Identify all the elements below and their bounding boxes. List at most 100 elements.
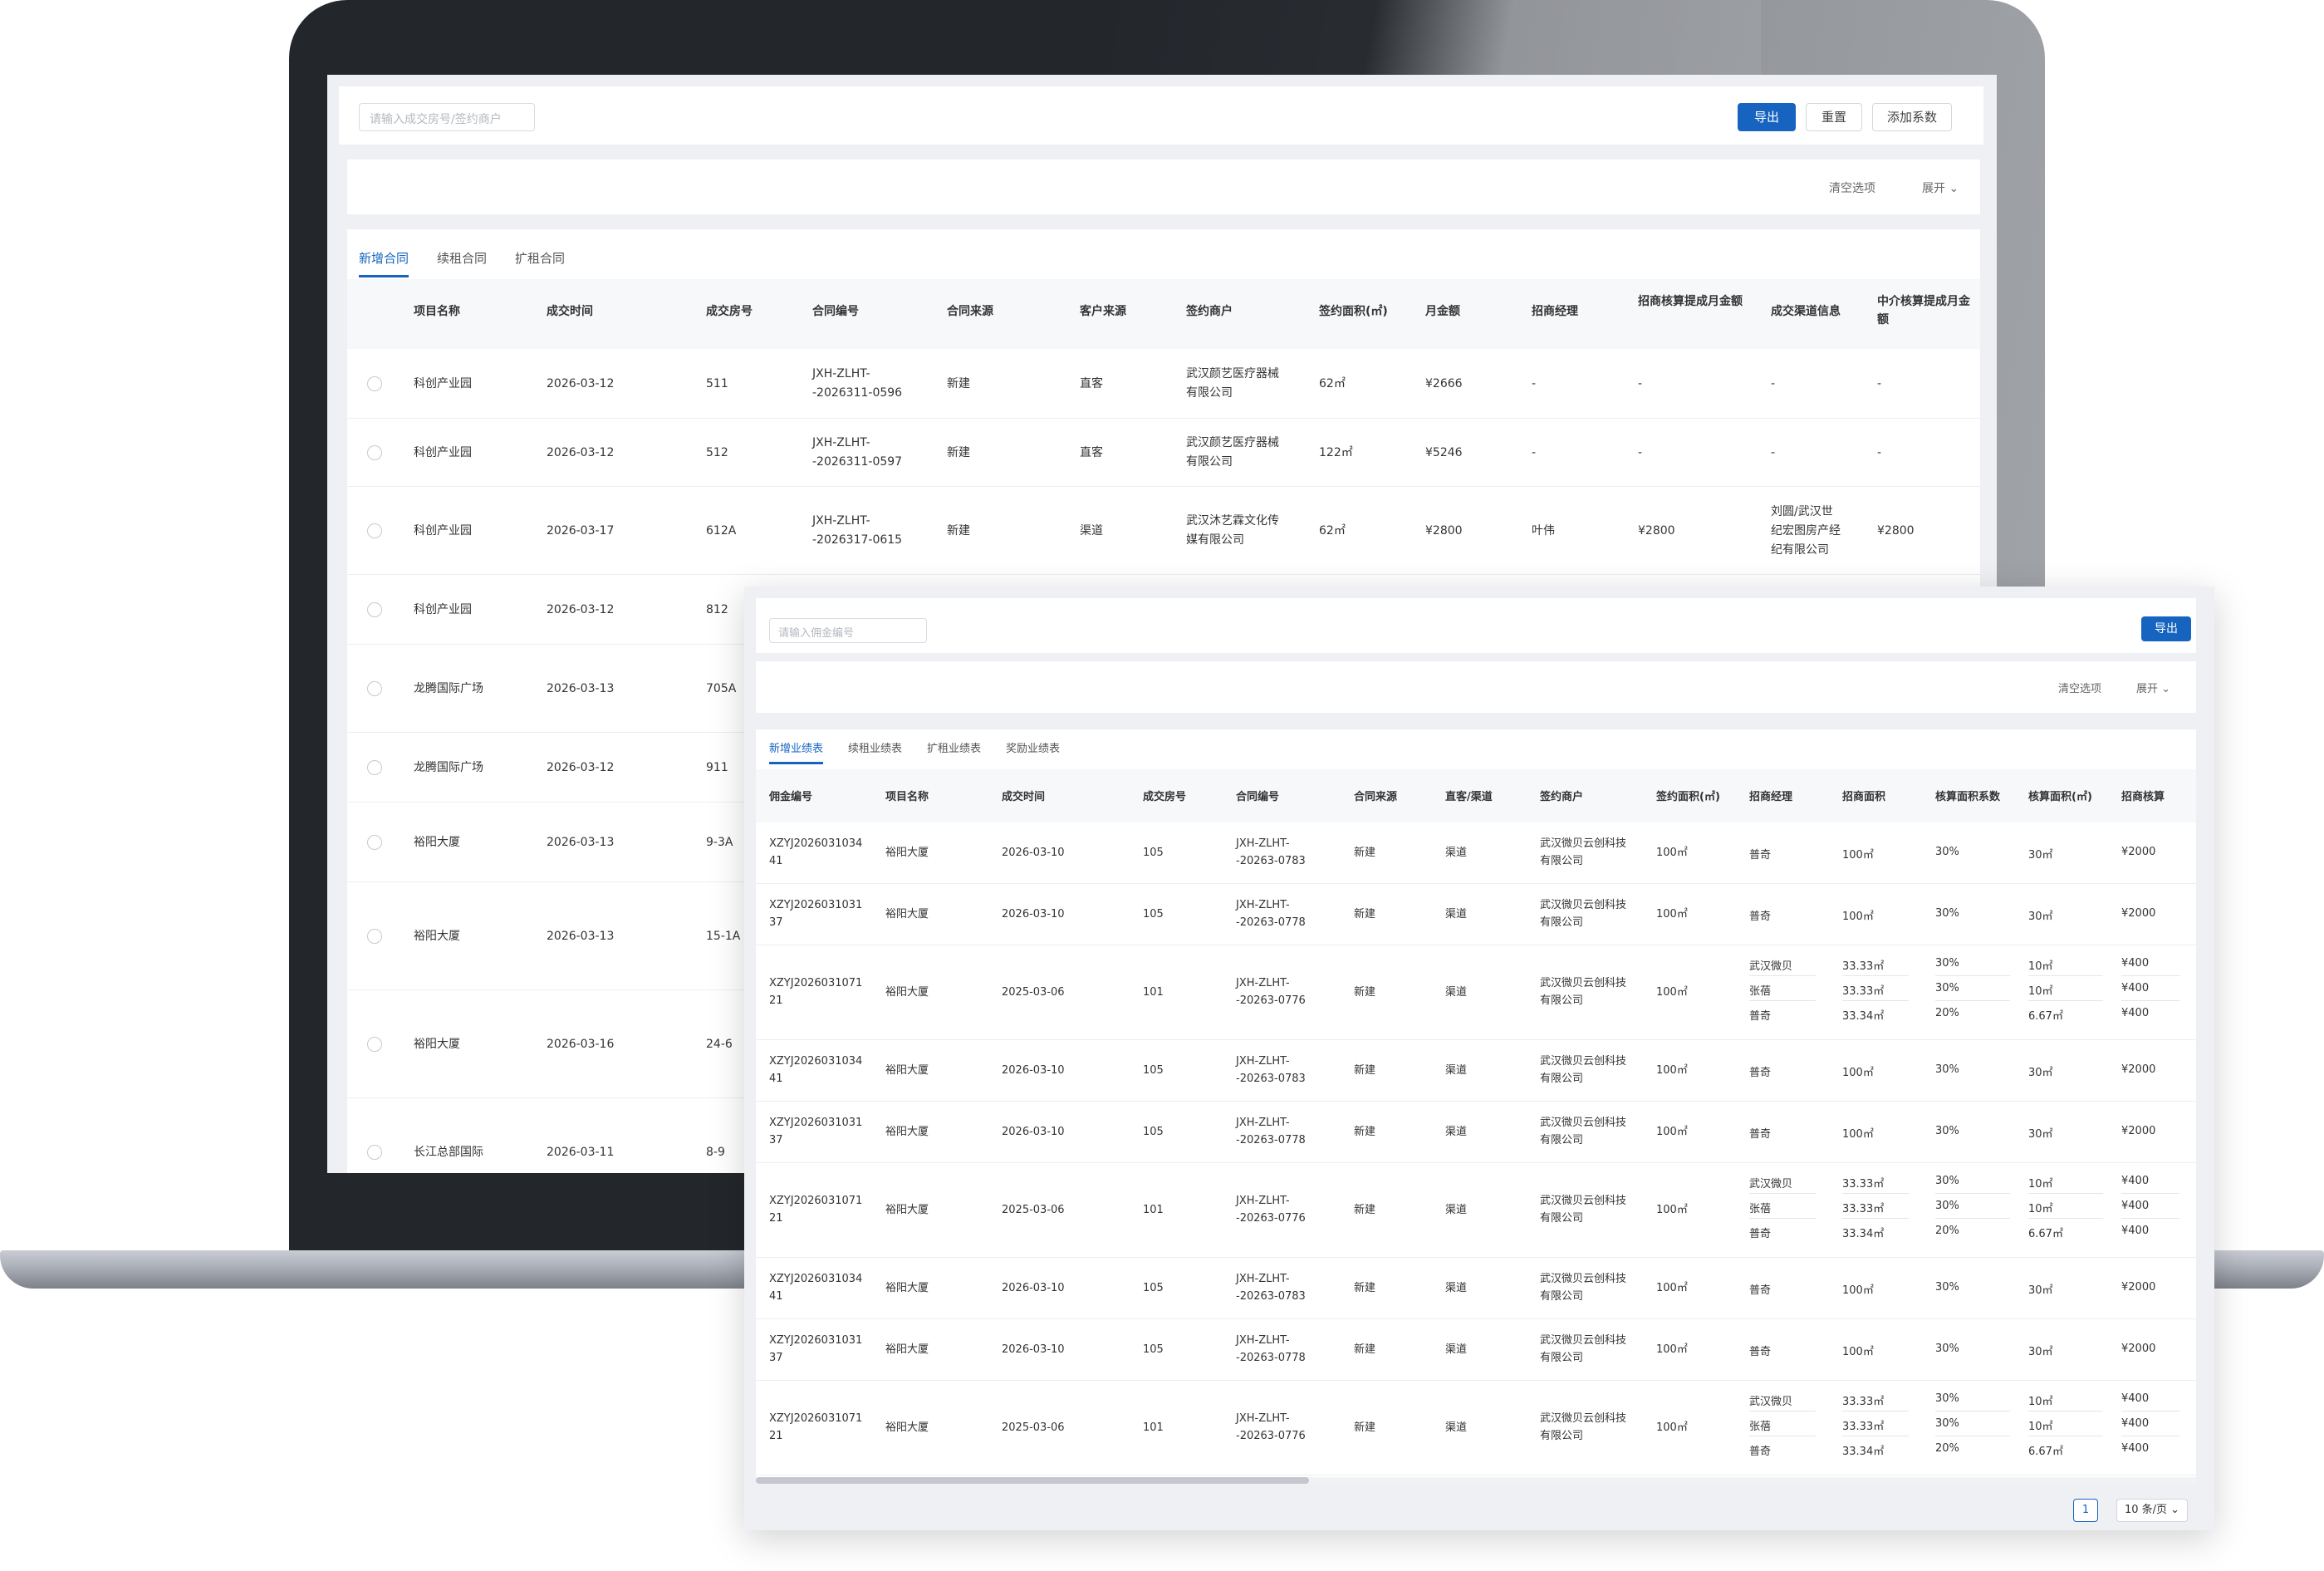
- row-radio[interactable]: [367, 376, 382, 391]
- row-radio[interactable]: [367, 681, 382, 696]
- table-cell: 2026-03-12: [547, 445, 615, 459]
- page-1-button[interactable]: 1: [2073, 1499, 2098, 1522]
- table-cell: 2025-03-06: [1002, 1421, 1065, 1434]
- table-row[interactable]: XZYJ2026031031 37 裕阳大厦 2026-03-10 105 JXH-ZL…: [756, 1319, 2196, 1381]
- table-cell: XZYJ2026031034 41: [769, 1273, 863, 1303]
- column-header: 签约面积(㎡): [1656, 791, 1720, 803]
- table-cell: 直客: [1080, 445, 1103, 459]
- row-radio[interactable]: [367, 929, 382, 944]
- sub-cell: 普奇: [1749, 1346, 1772, 1358]
- row-radio[interactable]: [367, 445, 382, 460]
- table-row[interactable]: XZYJ2026031034 41 裕阳大厦 2026-03-10 105 JXH-ZL…: [756, 1040, 2196, 1102]
- row-radio[interactable]: [367, 523, 382, 538]
- table-cell: 2025-03-06: [1002, 1203, 1065, 1216]
- sub-cell: 30㎡: [2028, 849, 2053, 862]
- table-cell: 2026-03-10: [1002, 1125, 1065, 1138]
- tab-2[interactable]: 续租合同: [437, 249, 487, 277]
- sub-divider: [1749, 1193, 1816, 1194]
- sub-divider: [2121, 1218, 2179, 1219]
- tab-1[interactable]: 新增合同: [359, 249, 409, 277]
- row-radio[interactable]: [367, 1145, 382, 1160]
- sub-cell: 33.33㎡: [1842, 1421, 1885, 1433]
- table-cell: 100㎡: [1656, 1063, 1688, 1077]
- table-cell: 裕阳大厦: [885, 907, 929, 921]
- sub-cell: 30%: [1935, 1417, 1959, 1430]
- export-button-2[interactable]: 导出: [2141, 616, 2191, 641]
- tab-2[interactable]: 续租业绩表: [848, 739, 902, 764]
- tab-3[interactable]: 扩租合同: [515, 249, 565, 277]
- table-cell: JXH-ZLHT- -2026311-0597: [812, 436, 903, 469]
- add-coefficient-button[interactable]: 添加系数: [1872, 103, 1952, 131]
- table-cell: 新建: [947, 445, 970, 459]
- table-row[interactable]: 科创产业园 2026-03-12 512 JXH-ZLHT- -2026311-059…: [347, 419, 1980, 487]
- table-row[interactable]: XZYJ2026031034 41 裕阳大厦 2026-03-10 105 JXH-ZL…: [756, 822, 2196, 884]
- horizontal-scrollbar[interactable]: [756, 1477, 2196, 1484]
- table-cell: 武汉微贝云创科技 有限公司: [1540, 1195, 1627, 1225]
- sub-cell: ¥2000: [2121, 1063, 2156, 1076]
- column-header: 中介核算提成月金额: [1877, 295, 1970, 327]
- performance-screen: 请输入佣金编号 导出 清空选项 展开 ⌄ 新增业绩表 续租业绩表 扩租业绩表 奖励业绩…: [744, 587, 2214, 1530]
- row-radio[interactable]: [367, 835, 382, 850]
- sub-cell: 普奇: [1749, 1284, 1772, 1297]
- table-row[interactable]: XZYJ2026031071 21 裕阳大厦 2025-03-06 101 JXH-ZL…: [756, 945, 2196, 1040]
- table-cell: 新建: [1354, 1343, 1376, 1356]
- sub-cell: 6.67㎡: [2028, 1010, 2063, 1023]
- scrollbar-thumb[interactable]: [756, 1477, 1309, 1484]
- table-cell: 渠道: [1445, 1281, 1468, 1294]
- export-button[interactable]: 导出: [1738, 103, 1796, 131]
- contract-search-input[interactable]: 请输入成交房号/签约商户: [359, 103, 535, 131]
- table-cell: 新建: [1354, 1063, 1376, 1077]
- table-cell: JXH-ZLHT- -20263-0783: [1236, 1055, 1306, 1085]
- table-cell: 武汉微贝云创科技 有限公司: [1540, 1055, 1627, 1085]
- clear-options-link[interactable]: 清空选项: [1829, 179, 1875, 196]
- table-row[interactable]: XZYJ2026031071 21 裕阳大厦 2025-03-06 101 JXH-ZL…: [756, 1381, 2196, 1475]
- sub-cell: 30%: [1935, 1392, 1959, 1405]
- table-row[interactable]: 科创产业园 2026-03-17 612A JXH-ZLHT- -2026317-06…: [347, 487, 1980, 575]
- table-cell: 武汉颜艺医疗器械 有限公司: [1186, 436, 1279, 469]
- tab-1[interactable]: 新增业绩表: [769, 739, 824, 764]
- tab-4[interactable]: 奖励业绩表: [1006, 739, 1060, 764]
- table-cell: 新建: [1354, 1203, 1376, 1216]
- table-cell: 101: [1143, 985, 1164, 999]
- table-cell: 105: [1143, 846, 1164, 859]
- expand-filter-link-2[interactable]: 展开 ⌄: [2136, 680, 2170, 695]
- sub-cell: ¥400: [2121, 957, 2150, 970]
- commission-search-input[interactable]: 请输入佣金编号: [769, 618, 927, 643]
- table-row[interactable]: 科创产业园 2026-03-12 511 JXH-ZLHT- -2026311-059…: [347, 349, 1980, 419]
- sub-cell: 33.33㎡: [1842, 1396, 1885, 1408]
- sub-cell: 20%: [1935, 1442, 1959, 1455]
- table-cell: 裕阳大厦: [414, 929, 460, 943]
- column-header: 核算面积系数: [1935, 791, 2001, 803]
- sub-cell: 33.34㎡: [1842, 1010, 1885, 1023]
- table-cell: JXH-ZLHT- -20263-0783: [1236, 837, 1306, 867]
- chevron-down-icon: ⌄: [1949, 182, 1959, 195]
- table-cell: 62㎡: [1319, 523, 1346, 538]
- table-cell: XZYJ2026031071 21: [769, 1412, 863, 1442]
- column-header: 合同编号: [1236, 791, 1280, 803]
- table-cell: 武汉微贝云创科技 有限公司: [1540, 977, 1627, 1007]
- table-cell: JXH-ZLHT- -2026317-0615: [812, 514, 903, 547]
- tab-3[interactable]: 扩租业绩表: [927, 739, 981, 764]
- table-cell: ¥2800: [1877, 523, 1915, 538]
- table-cell: -: [1638, 376, 1643, 390]
- row-radio[interactable]: [367, 1037, 382, 1052]
- table-cell: JXH-ZLHT- -20263-0776: [1236, 1195, 1306, 1225]
- contract-table-header: 项目名称 成交时间 成交房号 合同编号 合同来源 客户来源 签约商户 签约面积(㎡) 月金额 招商…: [347, 279, 1980, 349]
- table-row[interactable]: XZYJ2026031031 37 裕阳大厦 2026-03-10 105 JXH-ZL…: [756, 884, 2196, 945]
- table-row[interactable]: XZYJ2026031034 41 裕阳大厦 2026-03-10 105 JXH-ZL…: [756, 1258, 2196, 1319]
- sub-cell: 100㎡: [1842, 1346, 1874, 1358]
- expand-filter-link[interactable]: 展开 ⌄: [1922, 179, 1959, 196]
- sub-cell: 普奇: [1749, 1228, 1772, 1240]
- sub-divider: [1842, 975, 1909, 976]
- table-cell: -: [1877, 445, 1882, 459]
- reset-button[interactable]: 重置: [1806, 103, 1862, 131]
- row-radio[interactable]: [367, 602, 382, 617]
- table-row[interactable]: XZYJ2026031071 21 裕阳大厦 2025-03-06 101 JXH-ZL…: [756, 1163, 2196, 1258]
- table-cell: 武汉微贝云创科技 有限公司: [1540, 1117, 1627, 1146]
- table-row[interactable]: XZYJ2026031031 37 裕阳大厦 2026-03-10 105 JXH-ZL…: [756, 1102, 2196, 1163]
- page-size-select[interactable]: 10 条/页 ⌄: [2116, 1499, 2188, 1522]
- row-radio[interactable]: [367, 760, 382, 775]
- performance-toolbar: 请输入佣金编号 导出: [756, 598, 2196, 653]
- clear-options-link-2[interactable]: 清空选项: [2058, 680, 2101, 695]
- table-cell: 渠道: [1445, 1343, 1468, 1356]
